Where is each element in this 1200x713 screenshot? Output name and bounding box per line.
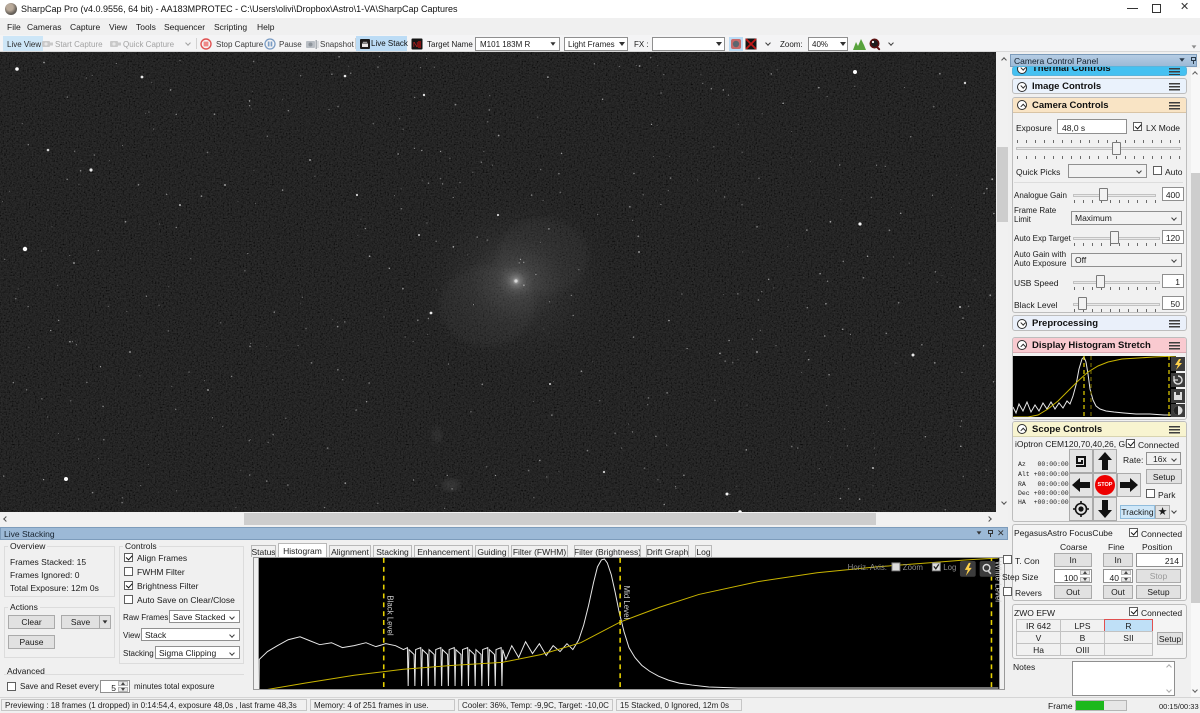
svg-text:N: N [413, 42, 418, 49]
svg-text:Log: Log [943, 563, 956, 572]
svg-text:Horiz. Axis:: Horiz. Axis: [848, 563, 887, 572]
svg-text:Black Level: Black Level [386, 595, 395, 635]
svg-text:Zoom: Zoom [903, 563, 924, 572]
svg-text:Mid Level: Mid Level [622, 586, 631, 620]
